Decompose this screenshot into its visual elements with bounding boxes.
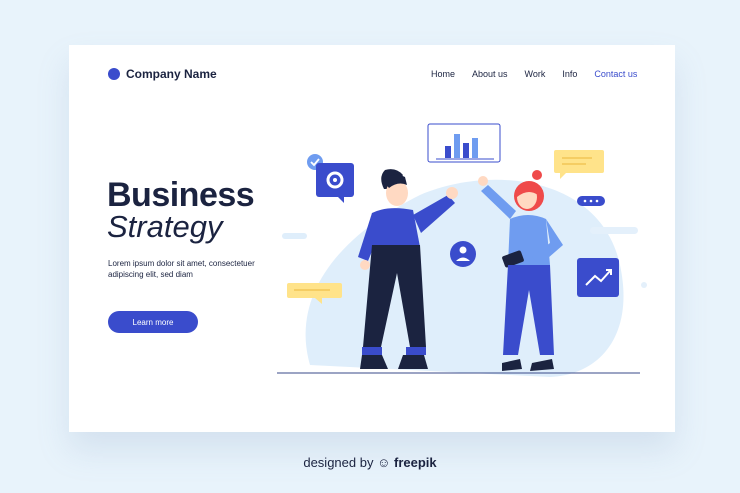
user-icon [450,241,476,267]
hero-title: Business [107,176,255,214]
bar-chart-icon [427,123,501,163]
nav-about-us[interactable]: About us [472,69,508,79]
business-illustration [277,123,647,377]
logo-dot-icon [108,68,120,80]
nav-contact-us[interactable]: Contact us [594,69,637,79]
background-blob [305,179,624,377]
main-nav: Home About us Work Info Contact us [431,69,637,79]
decor-dash [282,233,307,239]
trend-chart-icon [577,258,619,297]
decor-dash [448,311,474,317]
company-logo[interactable]: Company Name [108,67,217,81]
decor-dot [641,282,647,288]
gear-icon [316,163,354,203]
hero-subtitle: Strategy [107,209,223,244]
footer-brand[interactable]: freepik [394,455,437,470]
nav-work[interactable]: Work [525,69,546,79]
freepik-logo-icon: ☺ [377,455,391,470]
nav-home[interactable]: Home [431,69,455,79]
learn-more-button[interactable]: Learn more [108,311,198,333]
chat-bubble-icon [554,150,604,179]
company-name: Company Name [126,67,217,81]
footer-prefix: designed by [303,455,374,470]
hero-description: Lorem ipsum dolor sit amet, consectetuer… [108,259,255,279]
footer-credit: designed by ☺ freepik [0,455,740,470]
decor-dash [590,227,638,234]
nav-info[interactable]: Info [562,69,577,79]
typing-bubble-icon [577,196,605,206]
